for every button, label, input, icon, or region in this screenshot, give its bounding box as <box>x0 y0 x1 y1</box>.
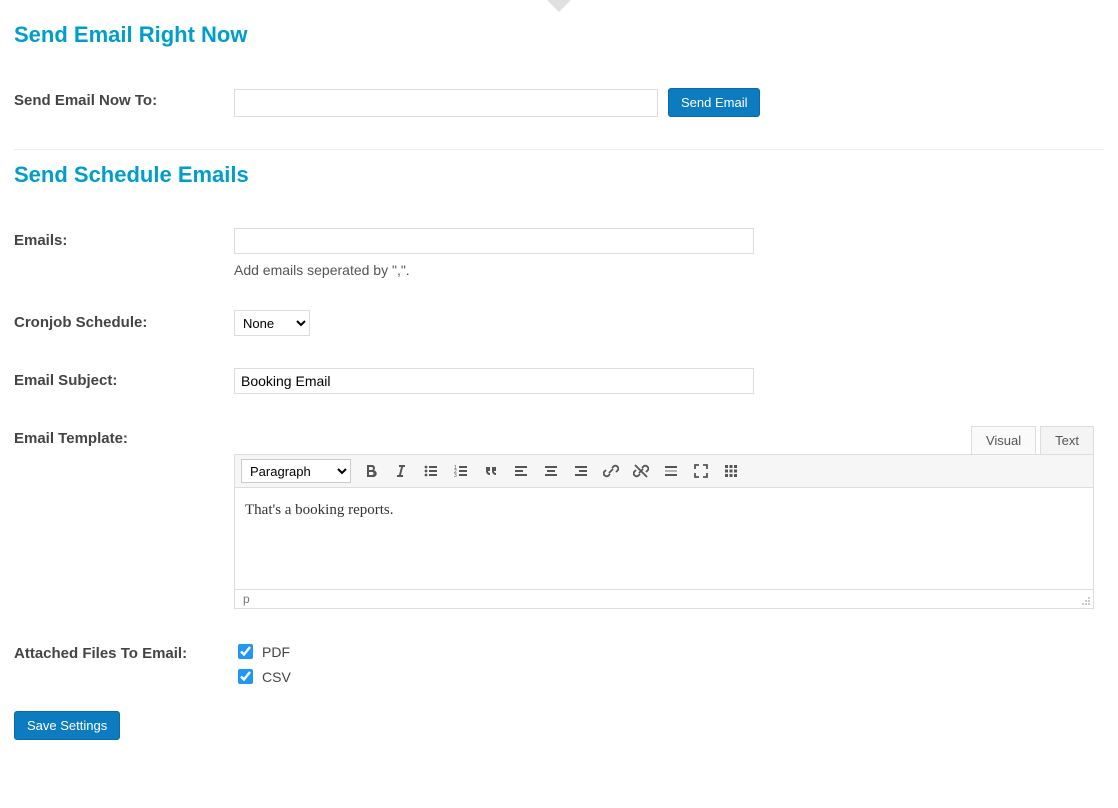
editor-toolbar: Paragraph 123 <box>234 454 1094 488</box>
svg-text:3: 3 <box>454 473 457 479</box>
send-email-button[interactable]: Send Email <box>668 88 760 117</box>
align-center-icon[interactable] <box>541 461 561 481</box>
editor-status-bar: p <box>234 590 1094 609</box>
checkbox-row-csv: CSV <box>234 666 1104 687</box>
numbered-list-icon[interactable]: 123 <box>451 461 471 481</box>
label-subject: Email Subject: <box>14 368 234 389</box>
label-attached-files: Attached Files To Email: <box>14 641 234 662</box>
italic-icon[interactable] <box>391 461 411 481</box>
fullscreen-icon[interactable] <box>691 461 711 481</box>
editor-element-path: p <box>243 592 250 606</box>
row-send-email-now: Send Email Now To: Send Email <box>14 88 1104 117</box>
send-email-now-input[interactable] <box>234 89 658 117</box>
field-send-email-now: Send Email <box>234 88 1104 117</box>
field-emails: Add emails seperated by ",". <box>234 228 1104 278</box>
attached-csv-checkbox[interactable] <box>238 669 253 684</box>
row-cronjob: Cronjob Schedule: None <box>14 310 1104 336</box>
paragraph-select[interactable]: Paragraph <box>241 459 351 483</box>
bold-icon[interactable] <box>361 461 381 481</box>
emails-input[interactable] <box>234 228 754 254</box>
read-more-icon[interactable] <box>661 461 681 481</box>
editor-tabs: Visual Text <box>234 426 1094 454</box>
attached-csv-label: CSV <box>262 669 291 685</box>
attached-pdf-checkbox[interactable] <box>238 644 253 659</box>
label-template: Email Template: <box>14 426 234 447</box>
save-settings-button[interactable]: Save Settings <box>14 711 120 740</box>
label-cronjob: Cronjob Schedule: <box>14 310 234 331</box>
field-attached-files: PDF CSV <box>234 641 1104 691</box>
align-left-icon[interactable] <box>511 461 531 481</box>
row-attached-files: Attached Files To Email: PDF CSV <box>14 641 1104 691</box>
toolbar-toggle-icon[interactable] <box>721 461 741 481</box>
tab-visual[interactable]: Visual <box>971 426 1036 454</box>
checkbox-row-pdf: PDF <box>234 641 1104 662</box>
link-icon[interactable] <box>601 461 621 481</box>
bullet-list-icon[interactable] <box>421 461 441 481</box>
section-title-schedule: Send Schedule Emails <box>14 162 1104 188</box>
tab-text[interactable]: Text <box>1040 426 1094 454</box>
label-send-email-now: Send Email Now To: <box>14 88 234 109</box>
field-subject <box>234 368 1104 394</box>
email-subject-input[interactable] <box>234 368 754 394</box>
row-template: Email Template: Visual Text Paragraph 12… <box>14 426 1104 609</box>
cronjob-schedule-select[interactable]: None <box>234 310 310 336</box>
chevron-down-icon <box>547 0 571 12</box>
attached-pdf-label: PDF <box>262 644 290 660</box>
field-cronjob: None <box>234 310 1104 336</box>
align-right-icon[interactable] <box>571 461 591 481</box>
section-title-send-now: Send Email Right Now <box>14 22 1104 48</box>
editor-content[interactable]: That's a booking reports. <box>234 488 1094 590</box>
blockquote-icon[interactable] <box>481 461 501 481</box>
section-divider <box>14 149 1104 150</box>
row-subject: Email Subject: <box>14 368 1104 394</box>
label-emails: Emails: <box>14 228 234 249</box>
resize-grip-icon[interactable] <box>1081 596 1091 606</box>
emails-helper-text: Add emails seperated by ",". <box>234 262 1104 278</box>
row-emails: Emails: Add emails seperated by ",". <box>14 228 1104 278</box>
unlink-icon[interactable] <box>631 461 651 481</box>
editor-wrap: Visual Text Paragraph 123 <box>234 426 1094 609</box>
field-template: Visual Text Paragraph 123 <box>234 426 1104 609</box>
